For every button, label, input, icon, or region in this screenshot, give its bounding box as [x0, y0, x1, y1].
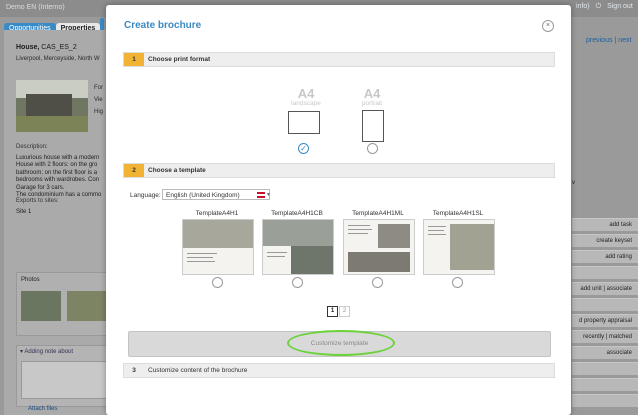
note-heading: ▾ Adding note about [20, 349, 74, 355]
template-name: TemplateA4H1ML [352, 210, 404, 217]
template-thumb-a4h1sl[interactable] [423, 219, 495, 275]
property-appraisal-button[interactable]: d property appraisal [572, 314, 638, 327]
template-radio[interactable] [292, 277, 303, 288]
property-title: House, CAS_ES_2 [16, 44, 77, 51]
recently-matched-button[interactable]: recently | matched [572, 330, 638, 343]
top-right-links: info) ⏻ Sign out [572, 3, 633, 11]
right-action[interactable] [572, 362, 638, 375]
format-size: A4 [297, 86, 315, 101]
export-site: Site 1 [16, 209, 32, 215]
exports-heading: Exports to sites: [16, 198, 59, 204]
step-number: 2 [124, 164, 144, 177]
photo-thumb[interactable] [67, 291, 107, 321]
format-orientation: portrait [361, 100, 383, 107]
info-link[interactable]: info) [576, 3, 590, 10]
landscape-radio[interactable]: ✓ [298, 143, 309, 154]
step-customize-content[interactable]: 3 Customize content of the brochure [123, 363, 555, 378]
step-choose-template[interactable]: 2 Choose a template [123, 163, 555, 178]
format-a4-landscape[interactable]: A4 landscape [284, 86, 328, 107]
property-description: Description: Luxurious house with a mode… [16, 144, 102, 198]
language-value: English (United Kingdom) [166, 192, 240, 199]
sign-out-link[interactable]: Sign out [607, 3, 633, 10]
right-action[interactable] [572, 378, 638, 391]
right-action[interactable] [572, 394, 638, 407]
template-radio[interactable] [372, 277, 383, 288]
property-meta: For Vie Hig [94, 85, 104, 115]
uk-flag-icon [257, 192, 265, 198]
next-link[interactable]: next [618, 37, 631, 44]
template-thumb-a4h1[interactable] [182, 219, 254, 275]
note-panel: ▾ Adding note about [16, 345, 110, 407]
photos-heading: Photos [21, 277, 40, 283]
format-size: A4 [363, 86, 381, 101]
step-label: Choose a template [148, 167, 206, 174]
dialog-title: Create brochure [124, 20, 202, 31]
main-tabs: Opportunities Properties [4, 18, 105, 35]
step-number: 1 [124, 53, 144, 66]
add-unit-associate-button[interactable]: add unit | associate [572, 282, 638, 295]
sign-out-icon[interactable]: ⏻ [596, 3, 602, 10]
step-number: 3 [132, 367, 136, 374]
photo-thumb[interactable] [21, 291, 61, 321]
right-action[interactable] [572, 266, 638, 279]
property-photo[interactable] [16, 80, 88, 132]
tab-next[interactable] [100, 18, 105, 30]
format-a4-portrait[interactable]: A4 portrait [356, 86, 388, 107]
photos-panel: Photos [16, 272, 110, 336]
chevron-down-icon: ▼ [266, 192, 271, 198]
step-print-format[interactable]: 1 Choose print format [123, 52, 555, 67]
close-icon[interactable]: × [542, 20, 554, 32]
step-label: Choose print format [148, 56, 211, 63]
template-name: TemplateA4H1 [195, 210, 239, 217]
page-2-button[interactable]: 2 [339, 306, 350, 317]
note-textarea[interactable] [21, 361, 107, 399]
add-rating-button[interactable]: add rating [572, 250, 638, 263]
language-select[interactable]: English (United Kingdom) ▼ [162, 189, 271, 200]
right-label: v [572, 180, 575, 186]
template-thumb-a4h1cb[interactable] [262, 219, 334, 275]
right-action[interactable] [572, 298, 638, 311]
template-radio[interactable] [212, 277, 223, 288]
previous-link[interactable]: previous [586, 37, 612, 44]
format-orientation: landscape [291, 100, 321, 107]
associate-button[interactable]: associate [572, 346, 638, 359]
template-thumb-a4h1ml[interactable] [343, 219, 415, 275]
add-task-button[interactable]: add task [572, 218, 638, 231]
template-name: TemplateA4H1SL [432, 210, 484, 217]
create-keyset-button[interactable]: create keyset [572, 234, 638, 247]
record-nav: previous | next [586, 37, 632, 44]
step-label: Customize content of the brochure [148, 367, 248, 374]
language-label: Language: [130, 192, 161, 199]
attach-files-link[interactable]: Attach files [28, 406, 57, 412]
template-name: TemplateA4H1CB [271, 210, 323, 217]
account-label: Demo EN (Interno) [6, 4, 65, 11]
page-1-button[interactable]: 1 [327, 306, 338, 317]
portrait-radio[interactable] [367, 143, 378, 154]
highlight-ring [287, 330, 395, 356]
property-code: CAS_ES_2 [41, 44, 77, 51]
create-brochure-dialog: Create brochure × 1 Choose print format … [106, 5, 571, 415]
property-location: Liverpool, Merceyside, North W [16, 56, 100, 62]
template-radio[interactable] [452, 277, 463, 288]
